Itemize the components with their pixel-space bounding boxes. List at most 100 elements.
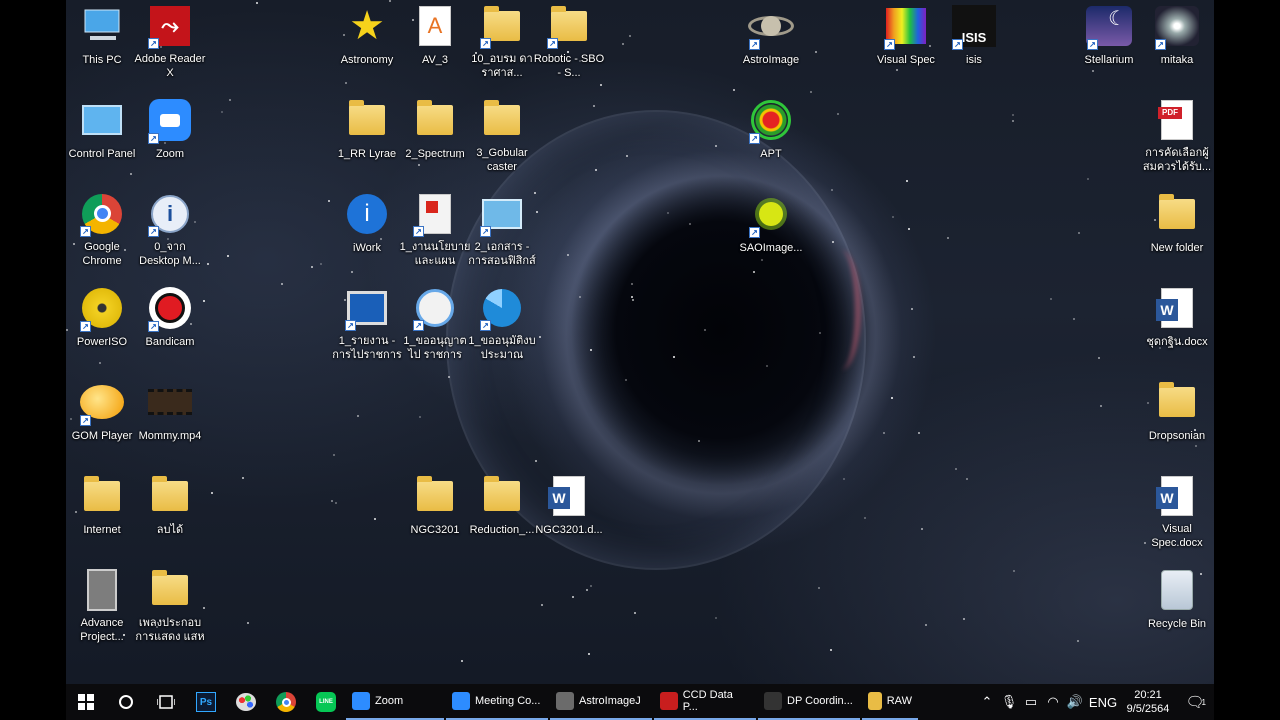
star-dot [631,296,633,298]
gom-player-icon: ↗ [79,379,125,426]
desktop-icon-this-pc[interactable]: This PC [66,0,138,80]
desktop-icon-internet[interactable]: Internet [66,470,138,550]
desktop-icon-saoimage[interactable]: ↗ SAOImage... [735,188,807,268]
desktop-icon-chutkhwam[interactable]: W ชุดกฐิน.docx [1141,282,1213,362]
ngc3201-doc-icon: W [546,473,592,519]
taskbar-paint[interactable] [226,684,266,720]
desktop-icon-isis[interactable]: ISIS ↗ isis [938,0,1010,80]
taskbar-photoshop[interactable]: Ps [186,684,226,720]
bandicam-icon: ↗ [147,285,193,332]
taskbar-app-button[interactable]: Zoom [346,684,444,720]
desktop-icon-rr-lyrae[interactable]: 1_RR Lyrae [331,94,403,174]
desktop-icon-label: Zoom [155,148,185,160]
desktop-icon-visual-spec[interactable]: ↗ Visual Spec [870,0,942,80]
desktop-icon-ngan-nayobai[interactable]: ↗ 1_งานนโยบาย และแผน [399,188,471,268]
desktop-icon-mommy-mp4[interactable]: Mommy.mp4 [134,376,206,456]
star-dot [590,349,592,351]
star-dot [908,228,910,230]
ngc3201-folder-icon [412,473,458,519]
desktop-icon-desktop-m[interactable]: i ↗ 0_จาก Desktop M... [134,188,206,268]
star-dot [586,589,588,591]
desktop-icon-stellarium[interactable]: ☾ ↗ Stellarium [1073,0,1145,80]
desktop-icon-bandicam[interactable]: ↗ Bandicam [134,282,206,362]
iwork-icon: i [344,191,390,237]
desktop-icon-label: Google Chrome [82,241,122,267]
desktop-icon-ekkasan[interactable]: ↗ 2_เอกสาร - การสอนฟิสิกส์ [466,188,538,268]
start-button[interactable] [66,684,106,720]
star-dot [539,336,541,338]
pdf-file-icon: PDF [1154,97,1200,142]
desktop-icon-label: Astronomy [340,54,394,66]
desktop-icon-reduction[interactable]: Reduction_... [466,470,538,550]
desktop-icon-adobe-reader[interactable]: ⤳ ↗ Adobe Reader X [134,0,206,80]
action-center-button[interactable]: 🗨 1 [1176,693,1214,711]
desktop-icon-label: AV_3 [421,54,449,66]
desktop-icon-gom-player[interactable]: ↗ GOM Player [66,376,138,456]
task-view-button[interactable] [146,684,186,720]
star-dot [242,477,244,479]
desktop-icon-label: 1_RR Lyrae [337,148,397,160]
battery-icon[interactable]: ▭ [1020,694,1042,710]
desktop-icon-poweriso[interactable]: ↗ PowerISO [66,282,138,362]
desktop-icon-astroimage[interactable]: ↗ AstroImage [735,0,807,80]
search-button[interactable] [106,684,146,720]
taskbar-app-icon [352,692,370,710]
desktop-icon-khoanumat-ngop[interactable]: ↗ 1_ขออนุมัติงบ ประมาณ [466,282,538,362]
language-indicator[interactable]: ENG [1086,695,1120,710]
desktop-icon-dropsonian[interactable]: Dropsonian [1141,376,1213,456]
desktop-icon-ngc3201-folder[interactable]: NGC3201 [399,470,471,550]
taskbar-app-button[interactable]: RAW [862,684,918,720]
desktop-icon-zoom[interactable]: ↗ Zoom [134,94,206,174]
desktop-icon-av-3[interactable]: A AV_3 [399,0,471,80]
speaker-icon[interactable]: 🔊 [1064,694,1086,710]
taskbar-line[interactable]: LINE [306,684,346,720]
desktop-icon-robotic-sbo[interactable]: ↗ Robotic - SBO - S... [533,0,605,80]
star-dot [1100,405,1102,407]
desktop-icon-google-chrome[interactable]: ↗ Google Chrome [66,188,138,268]
desktop-icon-control-panel[interactable]: Control Panel [66,94,138,174]
desktop-icon-astronomy[interactable]: ★ Astronomy [331,0,403,80]
rr-lyrae-icon [344,97,390,143]
star-dot [892,216,894,218]
desktop-icon-mitaka[interactable]: ↗ mitaka [1141,0,1213,80]
star-dot [207,263,209,265]
desktop-icon-visual-spec-docx[interactable]: W Visual Spec.docx [1141,470,1213,550]
desktop-icon-recycle-bin[interactable]: Recycle Bin [1141,564,1213,644]
desktop-m-icon: i ↗ [147,191,193,237]
desktop-icon-lobtai[interactable]: ลบได้ [134,470,206,550]
desktop-icon-gobular-caster[interactable]: 3_Gobular caster [466,94,538,174]
desktop-icon-apt[interactable]: ↗ APT [735,94,807,174]
desktop-icon-phleng-prakop[interactable]: เพลงประกอบ การแสดง แสห [134,564,206,644]
desktop-icon-label: 1_ขออนุญาตไป ราชการ [403,335,467,361]
wifi-icon[interactable]: ◠ [1042,694,1064,710]
desktop-icon-label: 2_Spectrum [405,148,465,160]
desktop-icon-iwork[interactable]: i iWork [331,188,403,268]
microphone-icon[interactable]: 🎙 [998,694,1020,710]
star-dot [921,528,923,530]
taskbar-app-button[interactable]: AstroImageJ [550,684,652,720]
star-dot [1087,178,1089,180]
desktop-icon-label: 3_Gobular caster [476,147,528,173]
taskbar-chrome[interactable] [266,684,306,720]
desktop-icon-pdf-file[interactable]: PDF การคัดเลือกผู้ สมควรได้รับ... [1141,94,1213,174]
taskbar-app-button[interactable]: DP Coordin... [758,684,860,720]
taskbar-app-button[interactable]: CCD Data P... [654,684,756,720]
desktop-icon-new-folder[interactable]: New folder [1141,188,1213,268]
desktop-icon-rainngan[interactable]: ↗ 1_รายงาน - การไปราชการ [331,282,403,362]
desktop-icon-advance-project[interactable]: Advance Project... [66,564,138,644]
desktop-icon-label: 1_งานนโยบาย และแผน [399,241,471,267]
desktop[interactable]: This PC ⤳ ↗ Adobe Reader X Control Panel ↗ Zoo… [66,0,1214,684]
star-dot [810,91,812,93]
star-dot [1098,357,1100,359]
desktop-icon-khoanumat[interactable]: ↗ 1_ขออนุญาตไป ราชการ [399,282,471,362]
star-dot [374,518,376,520]
desktop-icon-ngc3201-doc[interactable]: W NGC3201.d... [533,470,605,550]
google-chrome-icon: ↗ [79,191,125,237]
isis-icon: ISIS ↗ [951,3,997,50]
desktop-icon-spectrum[interactable]: 2_Spectrum [399,94,471,174]
desktop-icon-folder-10[interactable]: ↗ 10_อบรม ดาราศาส... [466,0,538,80]
clock[interactable]: 20:21 9/5/2564 [1120,688,1176,716]
taskbar-app-button[interactable]: Meeting Co... [446,684,548,720]
chevron-up-icon[interactable]: ⌃ [976,694,998,710]
desktop-icon-label: GOM Player [71,430,133,442]
